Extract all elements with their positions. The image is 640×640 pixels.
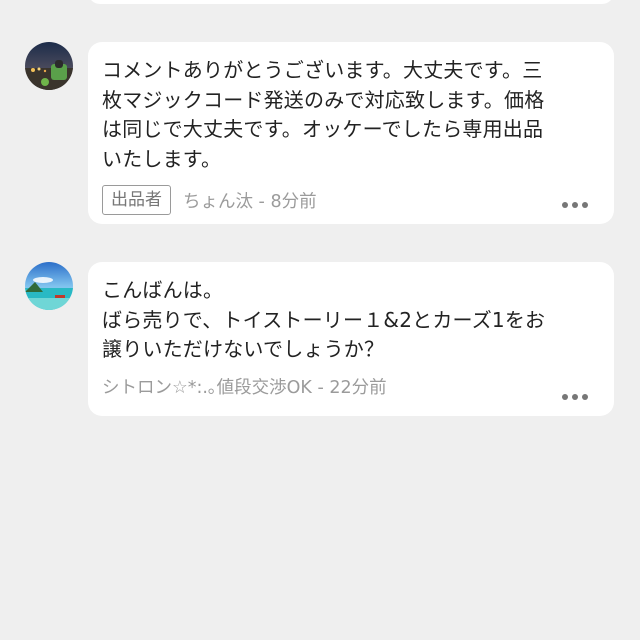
dot xyxy=(572,394,578,400)
dot xyxy=(562,394,568,400)
previous-comment-card xyxy=(88,0,614,4)
comment-author-time[interactable]: ちょん汰 - 8分前 xyxy=(183,188,317,213)
comment-text: こんばんは。 ばら売りで、トイストーリー１&2とカーズ1をお 譲りいただけないで… xyxy=(102,278,546,361)
beach-avatar-icon xyxy=(25,262,73,310)
comment-text: コメントありがとうございます。大丈夫です。三 枚マジックコード発送のみで対応致し… xyxy=(102,58,545,171)
seller-badge: 出品者 xyxy=(102,185,171,215)
dot xyxy=(582,394,588,400)
comment-bubble: こんばんは。 ばら売りで、トイストーリー１&2とカーズ1をお 譲りいただけないで… xyxy=(88,262,614,416)
night-street-avatar-icon xyxy=(25,42,73,90)
more-options-icon[interactable] xyxy=(562,394,588,400)
dot xyxy=(582,202,588,208)
more-options-icon[interactable] xyxy=(562,202,588,208)
dot xyxy=(562,202,568,208)
dot xyxy=(572,202,578,208)
comment-meta: シトロン☆*:.｡値段交渉OK - 22分前 xyxy=(102,371,596,403)
comment-bubble: コメントありがとうございます。大丈夫です。三 枚マジックコード発送のみで対応致し… xyxy=(88,42,614,224)
comment-meta: 出品者 ちょん汰 - 8分前 xyxy=(102,184,596,216)
user-avatar[interactable] xyxy=(25,262,73,310)
user-avatar[interactable] xyxy=(25,42,73,90)
comment-author-time[interactable]: シトロン☆*:.｡値段交渉OK - 22分前 xyxy=(102,374,387,399)
